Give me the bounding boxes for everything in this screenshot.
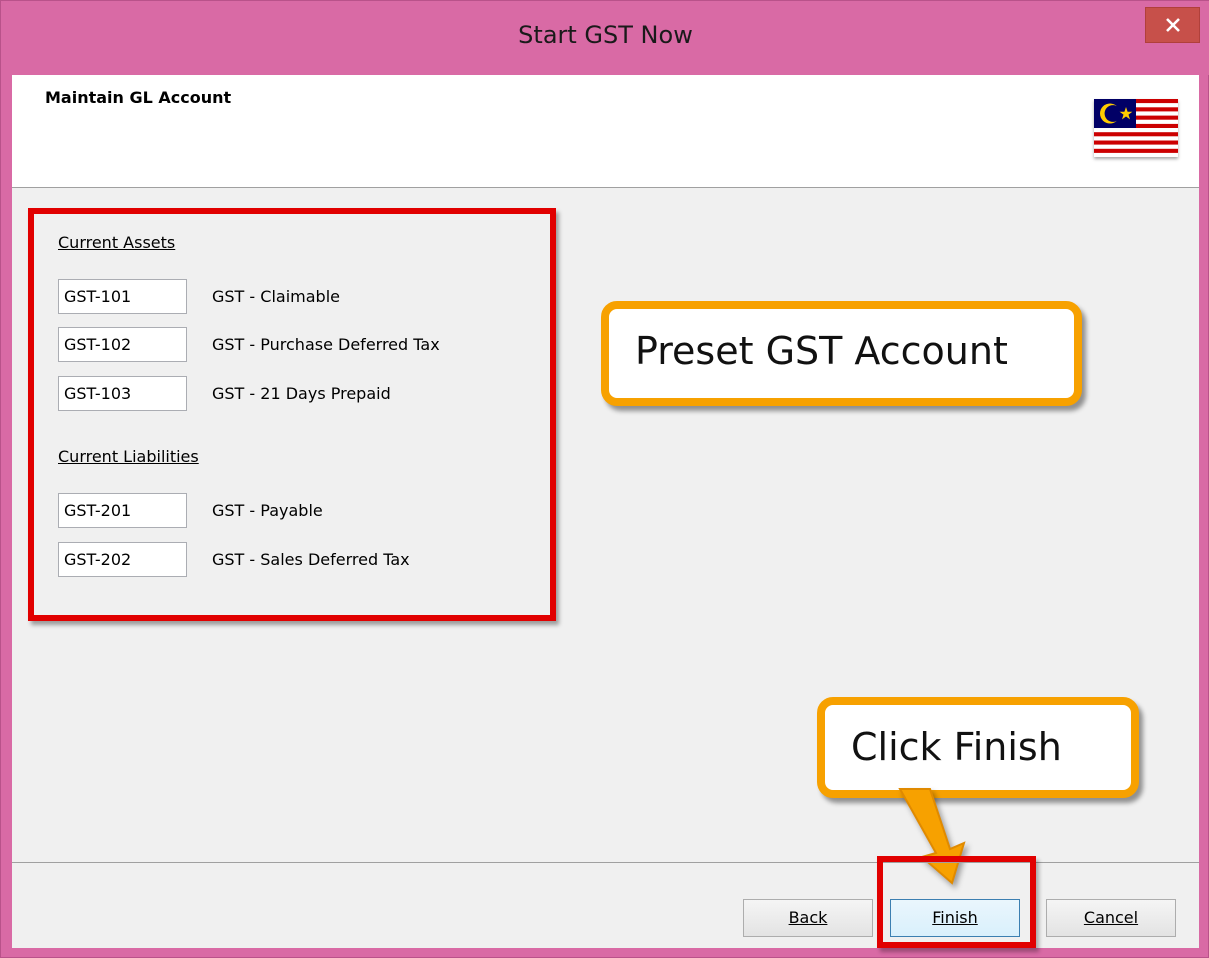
close-button[interactable] [1145,7,1200,43]
click-finish-callout: Click Finish [817,697,1139,798]
account-code-input[interactable] [58,542,187,577]
account-name-label: GST - 21 Days Prepaid [212,384,391,403]
preset-gst-callout: Preset GST Account [601,301,1082,406]
title-bar[interactable]: Start GST Now [1,1,1209,75]
finish-button-highlight [877,856,1036,948]
account-name-label: GST - Claimable [212,287,340,306]
account-code-input[interactable] [58,327,187,362]
cancel-button[interactable]: Cancel [1046,899,1176,937]
back-button[interactable]: Back [743,899,873,937]
window-title: Start GST Now [518,21,693,49]
wizard-header: Maintain GL Account [12,75,1199,188]
page-title: Maintain GL Account [45,88,232,107]
account-name-label: GST - Payable [212,501,323,520]
dialog-window: Start GST Now Maintain GL Account Curren… [0,0,1209,958]
malaysia-flag-icon [1094,99,1178,157]
account-name-label: GST - Sales Deferred Tax [212,550,410,569]
account-name-label: GST - Purchase Deferred Tax [212,335,440,354]
current-assets-label: Current Assets [58,233,176,252]
close-icon [1165,18,1180,32]
account-code-input[interactable] [58,493,187,528]
current-liabilities-label: Current Liabilities [58,447,199,466]
account-code-input[interactable] [58,279,187,314]
account-code-input[interactable] [58,376,187,411]
dialog-body: Maintain GL Account Current Assets GST-1… [12,75,1199,948]
